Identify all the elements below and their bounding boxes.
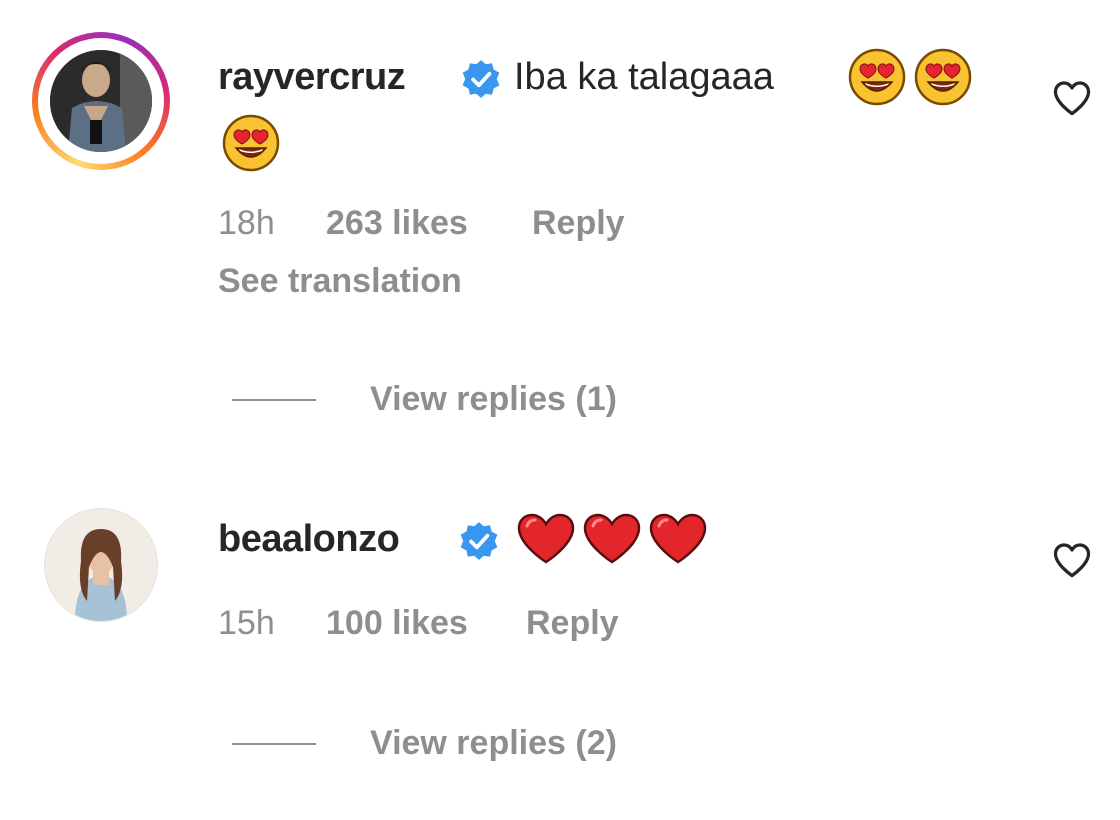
avatar[interactable]	[44, 508, 158, 622]
comment-timestamp[interactable]: 15h	[218, 604, 275, 643]
likes-count[interactable]: 100 likes	[326, 604, 468, 643]
avatar-photo	[45, 509, 157, 621]
view-replies-button[interactable]: View replies (2)	[232, 724, 617, 763]
red-heart-emoji	[583, 513, 641, 564]
red-heart-emoji	[649, 513, 707, 564]
replies-divider	[232, 742, 316, 745]
verified-badge-icon	[460, 522, 498, 560]
view-replies-label: View replies (2)	[370, 724, 617, 762]
red-heart-emoji	[517, 513, 575, 564]
comment-username[interactable]: beaalonzo	[218, 518, 400, 561]
comment-item: beaalonzo 15h 100 likes Reply View repli…	[0, 0, 1120, 820]
reply-button[interactable]: Reply	[526, 604, 619, 643]
heart-outline-icon[interactable]	[1050, 538, 1094, 582]
